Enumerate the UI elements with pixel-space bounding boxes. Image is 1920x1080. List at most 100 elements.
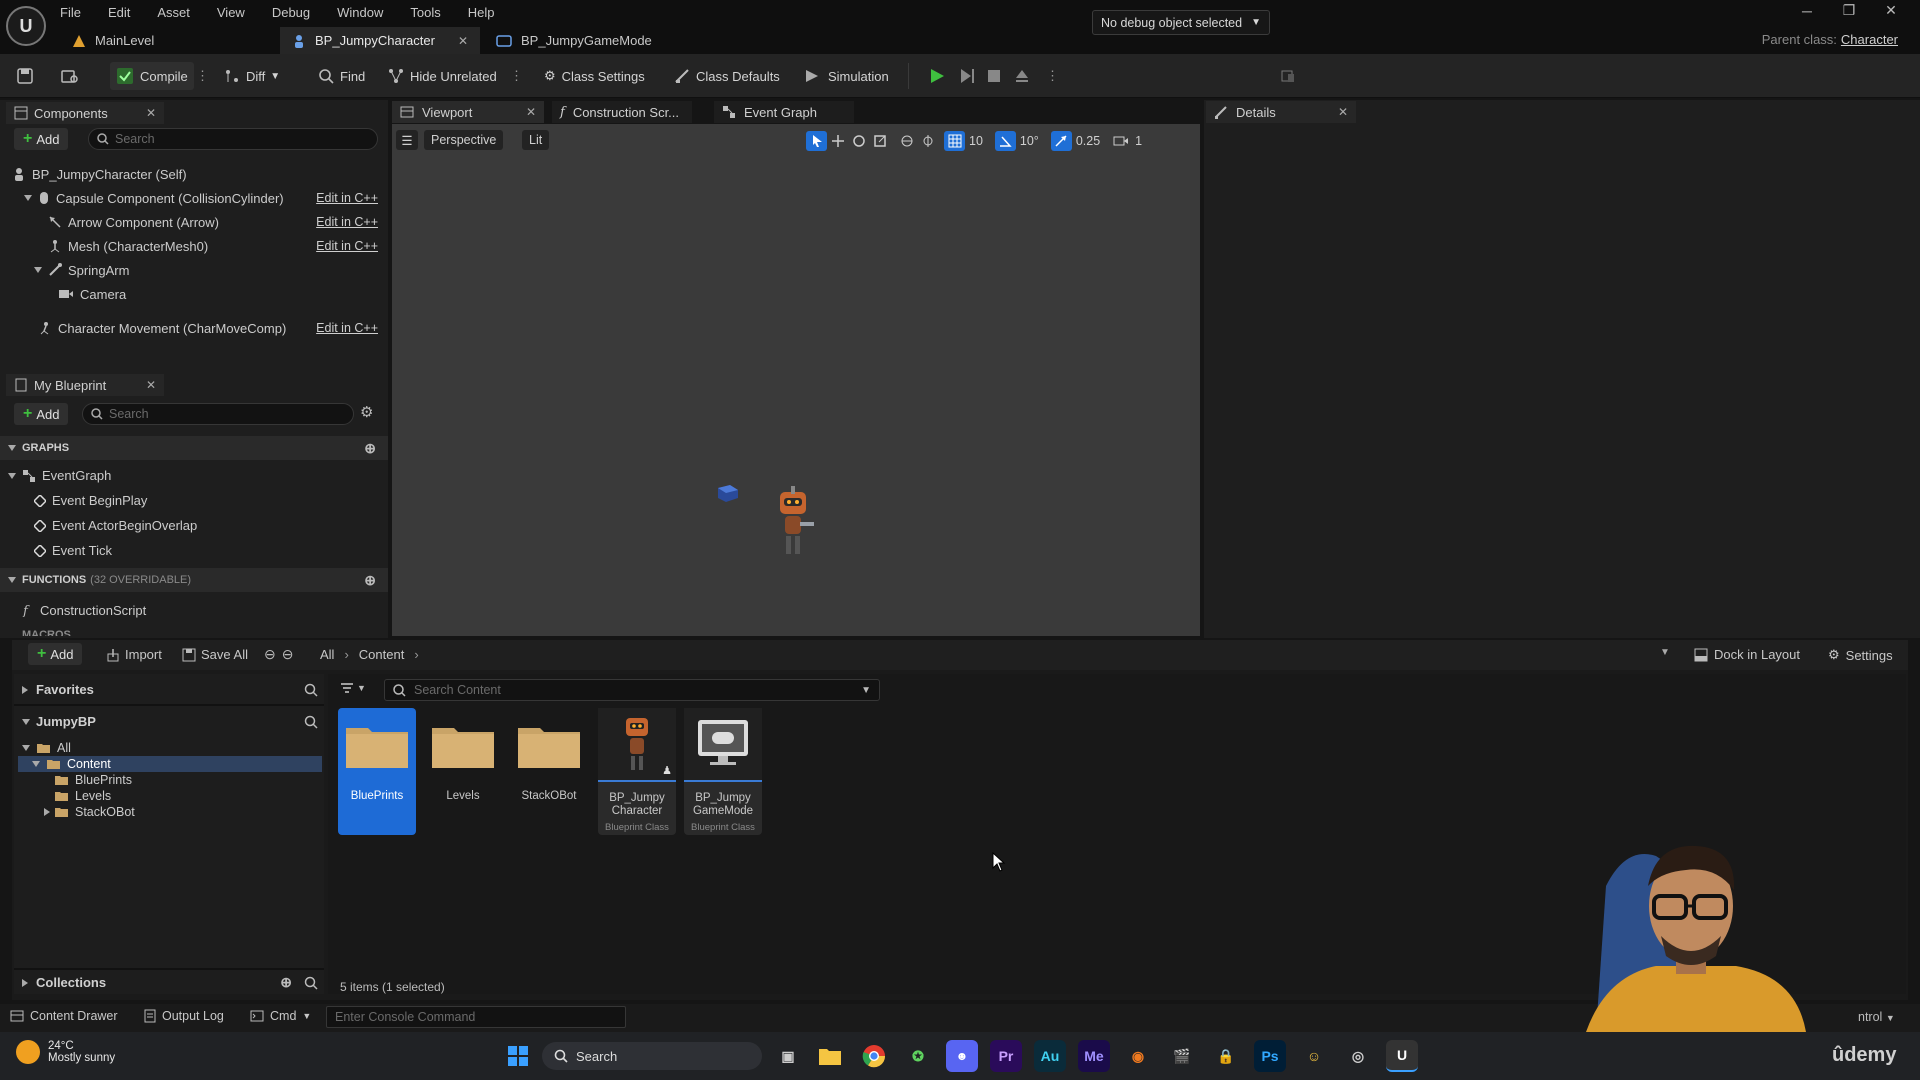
tab-bp-jumpycharacter[interactable]: BP_JumpyCharacter ✕ [280, 27, 480, 54]
expand-arrow-icon[interactable] [34, 267, 42, 273]
asset-bp-jumpycharacter[interactable]: ♟ BP_Jumpy Character Blueprint Class [598, 708, 676, 835]
graph-eventgraph[interactable]: EventGraph [0, 463, 388, 488]
menu-tools[interactable]: Tools [410, 5, 440, 20]
browse-icon[interactable] [60, 54, 80, 98]
camera-actor-icon[interactable] [716, 484, 740, 504]
stop-icon[interactable] [986, 54, 1002, 98]
hide-options-icon[interactable]: ⋮ [510, 54, 523, 98]
scale-snap-value[interactable]: 0.25 [1076, 134, 1100, 148]
tab-mainlevel[interactable]: MainLevel [60, 27, 278, 54]
folder-tree-stackobot[interactable]: StackOBot [18, 804, 322, 820]
save-icon[interactable] [16, 54, 34, 98]
asset-blueprints-folder[interactable]: BluePrints [338, 708, 416, 835]
back-arrow-icon[interactable]: ⊖ [264, 646, 276, 663]
premiere-icon[interactable]: Pr [990, 1040, 1022, 1072]
folder-tree-blueprints[interactable]: BluePrints [18, 772, 322, 788]
search-icon[interactable] [304, 715, 318, 729]
eject-icon[interactable] [1014, 54, 1030, 98]
edit-in-cpp-link[interactable]: Edit in C++ [316, 239, 378, 253]
camera-speed-icon[interactable] [1110, 131, 1131, 151]
folder-tree-levels[interactable]: Levels [18, 788, 322, 804]
close-icon[interactable]: ✕ [146, 106, 156, 120]
viewport-menu-icon[interactable]: ☰ [396, 130, 418, 150]
component-springarm[interactable]: SpringArm [0, 258, 388, 282]
class-defaults-button[interactable]: Class Defaults [674, 54, 780, 98]
restore-icon[interactable]: ❐ [1828, 2, 1870, 19]
close-window-icon[interactable]: ✕ [1870, 2, 1912, 19]
compile-button[interactable]: Compile [110, 62, 194, 90]
taskbar-search[interactable]: Search [542, 1042, 762, 1070]
play-options-icon[interactable]: ⋮ [1046, 54, 1059, 98]
component-camera[interactable]: Camera [0, 282, 388, 306]
path-history-dropdown-icon[interactable]: ▼ [1660, 647, 1670, 658]
camera-speed-value[interactable]: 1 [1135, 134, 1142, 148]
breadcrumb-content[interactable]: Content [359, 647, 405, 662]
component-self[interactable]: BP_JumpyCharacter (Self) [0, 162, 388, 186]
graph-event-beginplay[interactable]: Event BeginPlay [0, 488, 388, 513]
component-capsule[interactable]: Capsule Component (CollisionCylinder) Ed… [0, 186, 388, 210]
discord-icon[interactable]: ☻ [946, 1040, 978, 1072]
emoji-app-icon[interactable]: ☺ [1298, 1040, 1330, 1072]
menu-file[interactable]: File [60, 5, 81, 20]
perspective-button[interactable]: Perspective [424, 130, 504, 150]
compile-options-icon[interactable]: ⋮ [196, 54, 209, 98]
minimize-icon[interactable]: ─ [1786, 3, 1828, 19]
tab-bp-jumpygamemode[interactable]: BP_JumpyGameMode [484, 27, 684, 54]
audition-icon[interactable]: Au [1034, 1040, 1066, 1072]
edit-in-cpp-link[interactable]: Edit in C++ [316, 191, 378, 205]
my-blueprint-search-input[interactable]: Search [82, 403, 354, 425]
simulation-button[interactable]: Simulation [804, 54, 889, 98]
translate-icon[interactable] [827, 131, 848, 151]
close-icon[interactable]: ✕ [146, 378, 156, 392]
rotate-icon[interactable] [848, 131, 869, 151]
collapse-arrow-icon[interactable] [22, 745, 30, 751]
weather-widget[interactable]: 24°C Mostly sunny [16, 1040, 115, 1064]
grid-size-value[interactable]: 10 [969, 134, 983, 148]
rotation-snap-value[interactable]: 10° [1020, 134, 1039, 148]
file-explorer-icon[interactable] [814, 1040, 846, 1072]
asset-levels-folder[interactable]: Levels [424, 708, 502, 835]
functions-section-header[interactable]: FUNCTIONS (32 OVERRIDABLE) ⊕ [0, 568, 388, 592]
tab-construction-script[interactable]: f Construction Scr... [552, 101, 692, 123]
tab-event-graph[interactable]: Event Graph [714, 101, 854, 123]
content-drawer-button[interactable]: Content Drawer [10, 1009, 118, 1023]
surface-snap-icon[interactable] [917, 131, 938, 151]
search-content-input[interactable]: Search Content ▼ [384, 679, 880, 701]
forward-arrow-icon[interactable]: ⊖ [282, 646, 294, 663]
project-header[interactable]: JumpyBP [22, 714, 318, 729]
graphs-section-header[interactable]: GRAPHS ⊕ [0, 436, 388, 460]
add-graph-icon[interactable]: ⊕ [364, 440, 376, 457]
media-encoder-icon[interactable]: Me [1078, 1040, 1110, 1072]
drawer-settings-button[interactable]: ⚙ Settings [1828, 647, 1893, 663]
diff-button[interactable]: Diff ▼ [224, 54, 280, 98]
collapse-arrow-icon[interactable] [8, 577, 16, 583]
add-component-button[interactable]: + Add [14, 128, 69, 150]
search-icon[interactable] [304, 683, 318, 697]
menu-window[interactable]: Window [337, 5, 383, 20]
xbox-icon[interactable]: ✪ [902, 1040, 934, 1072]
obs-icon[interactable]: ◎ [1342, 1040, 1374, 1072]
graph-event-tick[interactable]: Event Tick [0, 538, 388, 563]
collapse-arrow-icon[interactable] [22, 718, 30, 725]
gear-icon[interactable]: ⚙ [360, 403, 373, 421]
asset-stackobot-folder[interactable]: StackOBot [510, 708, 588, 835]
dock-in-layout-button[interactable]: Dock in Layout [1694, 647, 1800, 662]
debug-object-select[interactable]: No debug object selected ▼ [1092, 10, 1270, 35]
close-icon[interactable]: ✕ [526, 105, 536, 119]
step-icon[interactable] [958, 54, 976, 98]
menu-debug[interactable]: Debug [272, 5, 310, 20]
menu-asset[interactable]: Asset [157, 5, 190, 20]
add-blueprint-member-button[interactable]: + Add [14, 403, 69, 425]
grid-snap-icon[interactable] [944, 131, 965, 151]
add-content-button[interactable]: + Add [28, 643, 83, 665]
cmd-dropdown[interactable]: Cmd ▼ [250, 1009, 311, 1023]
unreal-logo-icon[interactable]: U [6, 6, 46, 46]
play-icon[interactable] [928, 54, 946, 98]
tab-my-blueprint[interactable]: My Blueprint ✕ [6, 374, 164, 396]
windows-start-icon[interactable] [502, 1040, 534, 1072]
search-icon[interactable] [304, 976, 318, 990]
output-log-button[interactable]: Output Log [144, 1009, 224, 1023]
tab-details[interactable]: Details ✕ [1206, 101, 1356, 123]
lock-icon[interactable]: 🔒 [1210, 1040, 1242, 1072]
component-arrow[interactable]: Arrow Component (Arrow) Edit in C++ [0, 210, 388, 234]
